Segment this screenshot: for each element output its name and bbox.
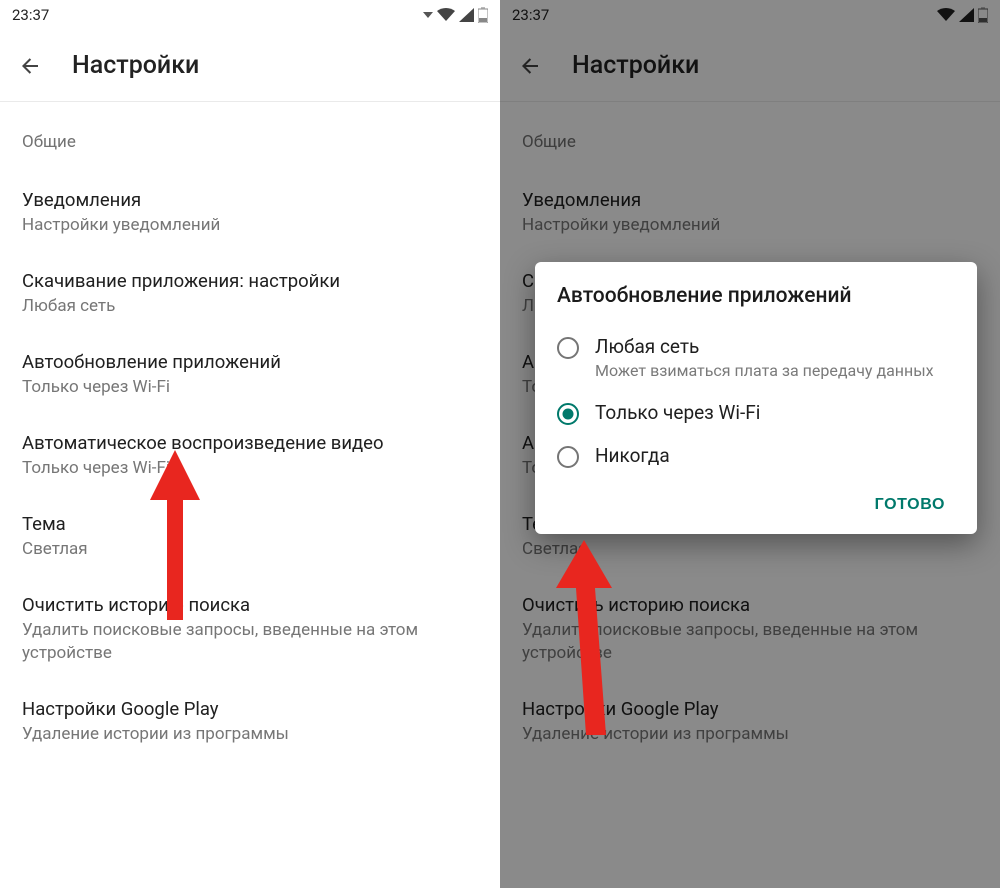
pref-title: Очистить историю поиска bbox=[22, 593, 478, 617]
battery-icon bbox=[478, 7, 488, 23]
pref-autoplay[interactable]: Автоматическое воспроизведение видео Тол… bbox=[22, 423, 478, 504]
pref-notifications[interactable]: Уведомления Настройки уведомлений bbox=[22, 180, 478, 261]
phone-left: 23:37 Настройки Общие Уведомления Настро… bbox=[0, 0, 500, 888]
section-header-general: Общие bbox=[22, 102, 478, 180]
pref-title: Настройки Google Play bbox=[22, 697, 478, 721]
dialog-title: Автообновление приложений bbox=[557, 284, 955, 308]
pref-title: Автообновление приложений bbox=[22, 350, 478, 374]
page-title: Настройки bbox=[572, 51, 699, 80]
pref-title: Уведомления bbox=[522, 188, 978, 212]
radio-unchecked-icon bbox=[557, 337, 579, 359]
pref-title: Очистить историю поиска bbox=[522, 593, 978, 617]
radio-label: Никогда bbox=[595, 445, 670, 468]
status-icons-group bbox=[423, 7, 488, 23]
pref-subtitle: Настройки уведомлений bbox=[522, 214, 978, 237]
radio-checked-icon bbox=[557, 403, 579, 425]
back-icon[interactable] bbox=[18, 54, 42, 78]
pref-clear-history[interactable]: Очистить историю поиска Удалить поисковы… bbox=[522, 585, 978, 689]
cell-signal-icon bbox=[459, 8, 474, 22]
dialog-actions: ГОТОВО bbox=[557, 478, 955, 522]
section-header-general: Общие bbox=[522, 102, 978, 180]
pref-subtitle: Светлая bbox=[522, 538, 978, 561]
page-title: Настройки bbox=[72, 51, 199, 80]
clock: 23:37 bbox=[12, 6, 49, 24]
caret-down-icon bbox=[423, 10, 433, 20]
status-icons-group bbox=[937, 7, 988, 23]
pref-subtitle: Удаление истории из программы bbox=[522, 723, 978, 746]
radio-never[interactable]: Никогда bbox=[557, 435, 955, 478]
radio-any-network[interactable]: Любая сеть Может взиматься плата за пере… bbox=[557, 326, 955, 392]
battery-icon bbox=[978, 7, 988, 23]
pref-autoupdate[interactable]: Автообновление приложений Только через W… bbox=[22, 342, 478, 423]
app-bar: Настройки bbox=[500, 30, 1000, 102]
pref-subtitle: Удаление истории из программы bbox=[22, 723, 478, 746]
pref-subtitle: Только через Wi-Fi bbox=[22, 457, 478, 480]
pref-title: Настройки Google Play bbox=[522, 697, 978, 721]
pref-title: Уведомления bbox=[22, 188, 478, 212]
back-icon[interactable] bbox=[518, 54, 542, 78]
status-bar: 23:37 bbox=[500, 0, 1000, 30]
pref-clear-history[interactable]: Очистить историю поиска Удалить поисковы… bbox=[22, 585, 478, 689]
settings-list: Общие Уведомления Настройки уведомлений … bbox=[0, 102, 500, 770]
pref-google-play-settings[interactable]: Настройки Google Play Удаление истории и… bbox=[522, 689, 978, 770]
radio-wifi-only[interactable]: Только через Wi-Fi bbox=[557, 392, 955, 435]
app-bar: Настройки bbox=[0, 30, 500, 102]
pref-subtitle: Светлая bbox=[22, 538, 478, 561]
status-bar: 23:37 bbox=[0, 0, 500, 30]
radio-label: Любая сеть bbox=[595, 336, 934, 359]
radio-label: Только через Wi-Fi bbox=[595, 402, 760, 425]
done-button[interactable]: ГОТОВО bbox=[865, 488, 955, 522]
radio-desc: Может взиматься плата за передачу данных bbox=[595, 361, 934, 382]
clock: 23:37 bbox=[512, 6, 549, 24]
pref-download[interactable]: Скачивание приложения: настройки Любая с… bbox=[22, 261, 478, 342]
pref-google-play-settings[interactable]: Настройки Google Play Удаление истории и… bbox=[22, 689, 478, 770]
pref-subtitle: Любая сеть bbox=[22, 295, 478, 318]
cell-signal-icon bbox=[959, 8, 974, 22]
pref-subtitle: Удалить поисковые запросы, введенные на … bbox=[522, 619, 978, 665]
pref-subtitle: Настройки уведомлений bbox=[22, 214, 478, 237]
pref-subtitle: Только через Wi-Fi bbox=[22, 376, 478, 399]
wifi-icon bbox=[437, 8, 455, 22]
pref-theme[interactable]: Тема Светлая bbox=[22, 504, 478, 585]
pref-notifications[interactable]: Уведомления Настройки уведомлений bbox=[522, 180, 978, 261]
pref-title: Скачивание приложения: настройки bbox=[22, 269, 478, 293]
screenshot-pair: 23:37 Настройки Общие Уведомления Настро… bbox=[0, 0, 1000, 888]
pref-title: Тема bbox=[22, 512, 478, 536]
radio-unchecked-icon bbox=[557, 446, 579, 468]
wifi-icon bbox=[937, 8, 955, 22]
autoupdate-dialog: Автообновление приложений Любая сеть Мож… bbox=[535, 262, 977, 534]
phone-right: 23:37 Настройки Общие Уведомления Настро… bbox=[500, 0, 1000, 888]
pref-title: Автоматическое воспроизведение видео bbox=[22, 431, 478, 455]
pref-subtitle: Удалить поисковые запросы, введенные на … bbox=[22, 619, 478, 665]
